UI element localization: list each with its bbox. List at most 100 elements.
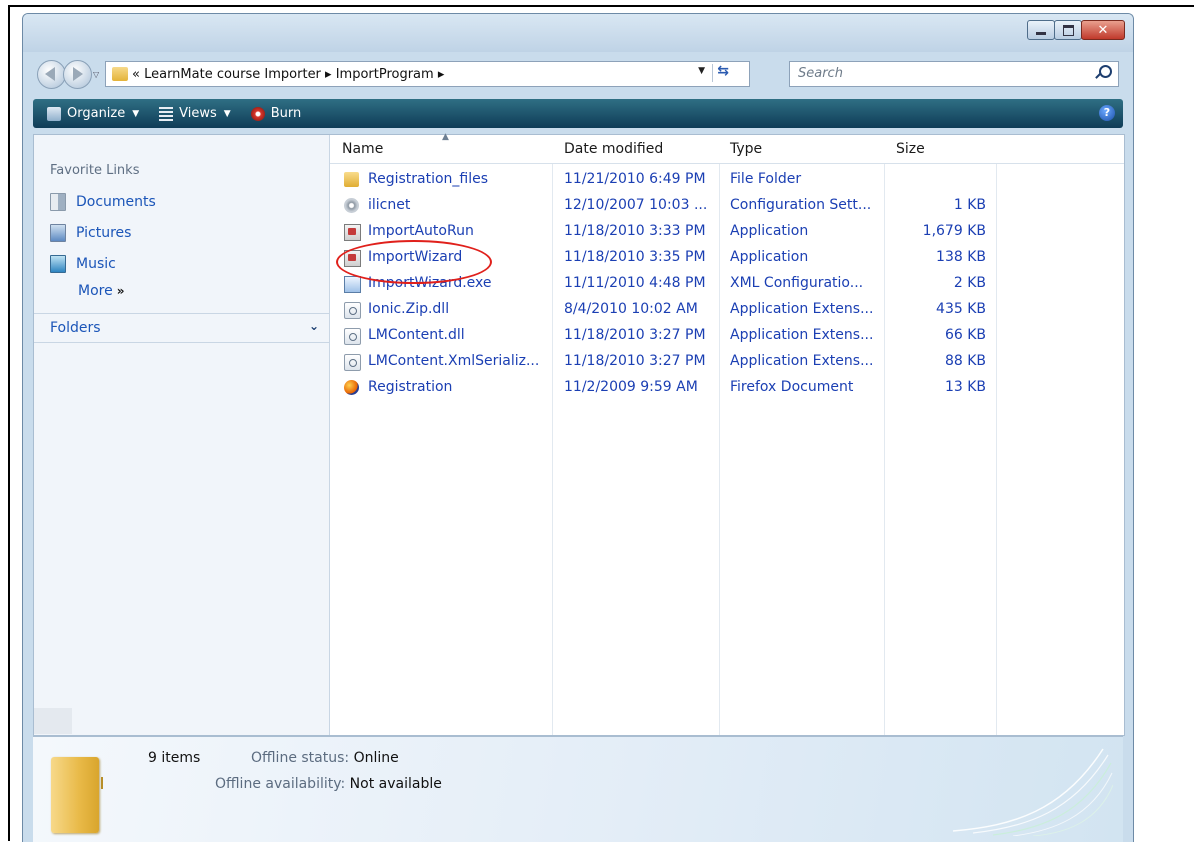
double-chevron-right-icon: » [116,284,125,298]
burn-button[interactable]: Burn [245,106,308,121]
sidebar-item-pictures[interactable]: Pictures [50,224,131,242]
title-bar: ✕ [23,14,1133,52]
file-row[interactable]: Registration 11/2/2009 9:59 AM Firefox D… [330,375,1124,401]
refresh-icon[interactable]: ⇆ [717,63,729,79]
column-header-date[interactable]: Date modified [564,141,663,157]
file-name[interactable]: Registration [368,379,548,395]
folders-label: Folders [50,320,101,336]
file-type: XML Configuratio... [730,275,864,291]
more-label: More [78,283,113,299]
file-date: 11/18/2010 3:35 PM [564,249,706,265]
address-bar[interactable]: « LearnMate course Importer ▸ ImportProg… [105,61,750,87]
search-icon[interactable] [1099,65,1112,78]
organize-icon [47,106,61,121]
favorite-links-header: Favorite Links [50,163,140,178]
file-name[interactable]: Ionic.Zip.dll [368,301,548,317]
config-icon [344,198,359,213]
help-icon[interactable]: ? [1099,105,1115,121]
offline-status: Offline status: Online [251,750,399,766]
dll-icon [344,328,361,345]
close-icon: ✕ [1097,22,1109,38]
file-name[interactable]: LMContent.XmlSerializ... [368,353,548,369]
close-button[interactable]: ✕ [1081,20,1125,40]
column-header-type[interactable]: Type [730,141,762,157]
sidebar-item-label: Documents [76,194,156,210]
pane-corner [34,708,72,734]
highlight-circle [336,240,492,284]
more-link[interactable]: More» [78,283,124,299]
pictures-icon [50,224,66,242]
column-header-row: ▲ Name Date modified Type Size [330,132,1124,164]
column-header-size[interactable]: Size [896,141,925,157]
file-type: Firefox Document [730,379,854,395]
file-date: 11/2/2009 9:59 AM [564,379,698,395]
file-type: Configuration Sett... [730,197,872,213]
firefox-icon [344,380,359,395]
file-size: 2 KB [953,275,986,291]
sidebar-item-documents[interactable]: Documents [50,193,156,211]
file-size: 66 KB [944,327,986,343]
file-name[interactable]: LMContent.dll [368,327,548,343]
minimize-icon [1036,31,1046,35]
file-size: 13 KB [944,379,986,395]
file-size: 88 KB [944,353,986,369]
sidebar-item-music[interactable]: Music [50,255,116,273]
burn-icon [250,106,265,121]
window-controls: ✕ [1027,20,1125,40]
chevron-down-icon: ▼ [132,108,140,119]
search-input[interactable]: Search [789,61,1119,87]
views-button[interactable]: Views ▼ [153,106,237,121]
content-area: Favorite Links Documents Pictures Music … [33,132,1125,736]
file-row[interactable]: Ionic.Zip.dll 8/4/2010 10:02 AM Applicat… [330,297,1124,323]
burn-label: Burn [270,106,302,121]
file-row[interactable]: Registration_files 11/21/2010 6:49 PM Fi… [330,167,1124,193]
recent-pages-dropdown-icon[interactable]: ▽ [93,70,99,79]
details-pane: 9 items Offline status: Online Offline a… [33,736,1123,842]
file-date: 11/18/2010 3:33 PM [564,223,706,239]
back-button[interactable] [37,60,66,89]
column-header-name[interactable]: Name [342,141,383,157]
file-size: 435 KB [936,301,986,317]
dll-icon [344,354,361,371]
address-dropdown-icon[interactable]: ▼ [698,66,705,76]
minimize-button[interactable] [1027,20,1055,40]
file-row[interactable]: LMContent.XmlSerializ... 11/18/2010 3:27… [330,349,1124,375]
organize-button[interactable]: Organize ▼ [41,106,145,121]
offline-availability-label: Offline availability: [215,776,346,792]
folder-icon [112,67,128,81]
offline-status-label: Offline status: [251,750,350,766]
file-type: Application [730,249,809,265]
forward-button[interactable] [63,60,92,89]
chevron-down-icon: ▼ [223,108,231,119]
offline-availability-value: Not available [349,776,442,792]
file-name[interactable]: ilicnet [368,197,548,213]
file-row[interactable]: ilicnet 12/10/2007 10:03 ... Configurati… [330,193,1124,219]
sidebar-item-label: Pictures [76,225,132,241]
file-size: 1 KB [953,197,986,213]
page-frame-top [8,5,1194,7]
sidebar-item-label: Music [76,256,116,272]
application-icon [344,224,361,241]
file-name[interactable]: Registration_files [368,171,548,187]
folders-toggle[interactable]: Folders ⌄ [34,313,329,343]
offline-availability: Offline availability: Not available [215,776,442,792]
music-icon [50,255,66,273]
file-row[interactable]: LMContent.dll 11/18/2010 3:27 PM Applica… [330,323,1124,349]
decorative-swoosh [952,748,1113,836]
chevron-down-icon: ⌄ [308,319,319,333]
file-row[interactable]: ImportAutoRun 11/18/2010 3:33 PM Applica… [330,219,1124,245]
file-type: Application Extens... [730,301,874,317]
address-row: ▽ « LearnMate course Importer ▸ ImportPr… [23,58,1133,90]
offline-status-value: Online [353,750,399,766]
forward-arrow-icon [73,67,83,81]
maximize-button[interactable] [1054,20,1082,40]
maximize-icon [1062,24,1074,36]
file-date: 11/18/2010 3:27 PM [564,327,706,343]
search-placeholder: Search [798,66,843,81]
file-name[interactable]: ImportAutoRun [368,223,548,239]
breadcrumb[interactable]: « LearnMate course Importer ▸ ImportProg… [132,67,444,82]
file-date: 12/10/2007 10:03 ... [564,197,708,213]
file-size: 1,679 KB [922,223,986,239]
file-date: 8/4/2010 10:02 AM [564,301,698,317]
back-arrow-icon [45,67,55,81]
